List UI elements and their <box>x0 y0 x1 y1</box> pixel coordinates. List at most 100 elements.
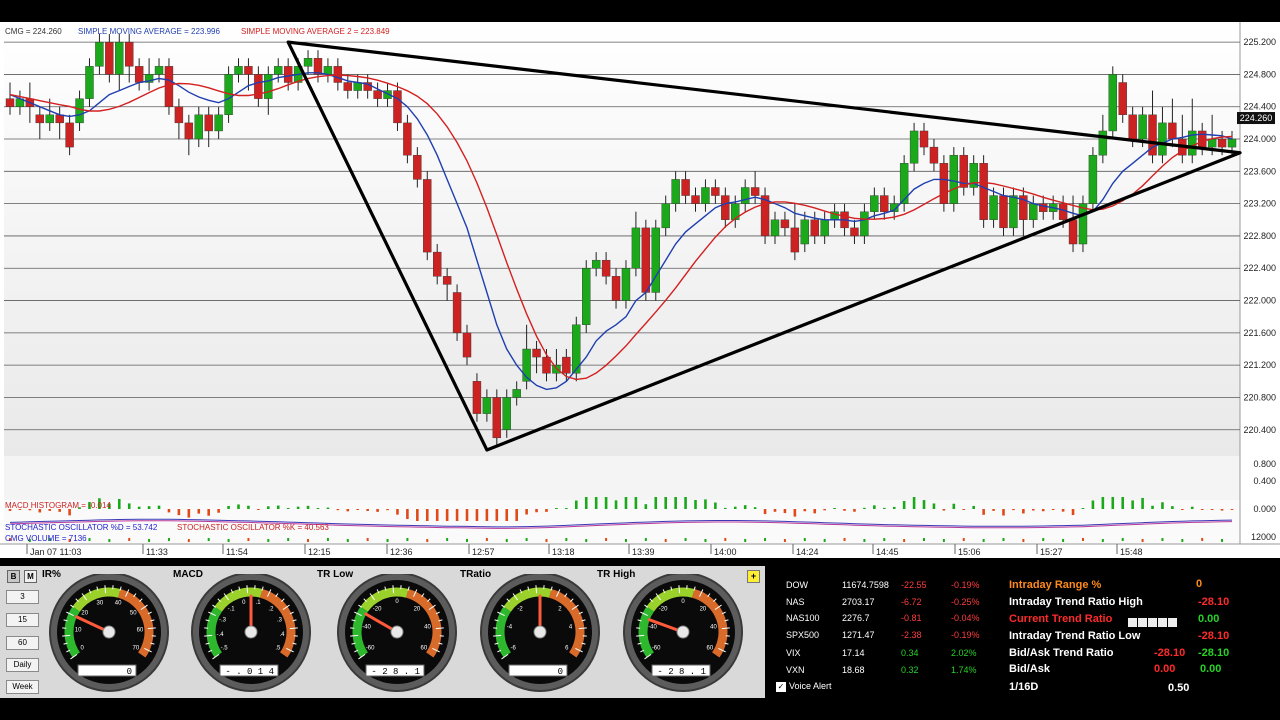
candle-body <box>264 74 273 99</box>
market-change: -22.55 <box>901 580 927 590</box>
macd-bar <box>465 509 469 521</box>
toggle-m-button[interactable]: M <box>24 570 37 583</box>
gauge-tick <box>246 585 249 594</box>
volume-bar <box>903 539 906 542</box>
macd-bar <box>555 508 558 509</box>
gauge-scale-label: -60 <box>652 646 661 652</box>
candle-body <box>1098 130 1108 156</box>
macd-bar <box>714 502 717 509</box>
macd-bar <box>207 509 210 516</box>
chart-canvas[interactable]: 225.200 224.800 224.400 224.000 223.600 223.2… <box>0 22 1280 558</box>
period-3-button[interactable]: 3 <box>6 590 39 604</box>
volume-bar <box>823 539 826 542</box>
candle-body <box>671 179 680 204</box>
market-summary: DOW 11674.7598 -22.55 -0.19% NAS 2703.17 -6.72… <box>770 566 1280 698</box>
trend-high-value: -28.10 <box>1198 596 1230 608</box>
x-tick-label: 11:54 <box>226 547 248 557</box>
market-last: 2276.7 <box>842 613 870 623</box>
volume-axis-label: 12000 <box>1251 532 1276 542</box>
volume-bar <box>982 539 985 542</box>
volume-bar <box>1161 538 1164 541</box>
price-chart[interactable]: 225.200 224.800 224.400 224.000 223.600 223.2… <box>0 22 1280 558</box>
y-tick-label: 220.400 <box>1243 425 1276 435</box>
gauge-scale-label: 60 <box>137 628 144 634</box>
volume-bar <box>1062 539 1065 542</box>
candle-body <box>651 227 660 293</box>
macd-bar <box>922 500 926 509</box>
gauge-tick <box>493 634 502 637</box>
macd-bar <box>565 508 568 509</box>
candle-body <box>472 381 482 414</box>
macd-bar <box>356 509 360 510</box>
macd-bar <box>197 509 201 514</box>
macd-bar <box>962 509 966 510</box>
voice-alert-toggle[interactable]: ✓ Voice Alert <box>776 681 832 692</box>
candle-body <box>929 146 939 164</box>
macd-bar <box>882 507 886 509</box>
y-tick-label: 0.800 <box>1253 459 1276 469</box>
macd-bar <box>167 509 171 513</box>
candle-body <box>283 66 293 83</box>
macd-bar <box>1200 509 1204 510</box>
volume-legend: CMG VOLUME = 7136 <box>5 534 87 543</box>
checkbox-icon[interactable]: ✓ <box>776 681 786 692</box>
macd-bar <box>1131 500 1134 509</box>
x-tick-label: 15:48 <box>1120 547 1143 557</box>
bidask-a: 0.00 <box>1154 663 1176 675</box>
period-60-button[interactable]: 60 <box>6 636 39 650</box>
macd-bar <box>634 497 638 509</box>
candle-body <box>413 154 422 180</box>
macd-bar <box>396 509 399 515</box>
period-15-button[interactable]: 15 <box>6 613 39 627</box>
stoch-d-legend: STOCHASTIC OSCILLATOR %D = 53.742 <box>5 523 158 532</box>
x-tick-label: 14:45 <box>876 547 899 557</box>
period-week-button[interactable]: Week <box>6 680 39 694</box>
x-tick-label: 15:06 <box>958 547 981 557</box>
y-tick-label: 220.800 <box>1243 392 1276 402</box>
current-trend-value: 0.00 <box>1198 613 1220 625</box>
macd-bar <box>1220 509 1224 511</box>
period-daily-button[interactable]: Daily <box>6 658 39 672</box>
intraday-range-value: 0 <box>1196 578 1203 590</box>
candle-body <box>234 66 243 75</box>
candle-body <box>989 195 998 220</box>
gauge-scale-label: 60 <box>707 646 714 652</box>
macd-bar <box>1190 506 1194 509</box>
bidask-label: Bid/Ask <box>1009 663 1050 675</box>
gauge-tick <box>147 627 156 630</box>
macd-bar <box>1171 506 1174 509</box>
candle-body <box>174 106 184 124</box>
macd-bar <box>147 506 151 509</box>
volume-bar <box>1121 538 1124 541</box>
macd-bar <box>455 509 459 521</box>
macd-bar <box>724 507 727 509</box>
macd-axis-label: 0.000 <box>1253 504 1276 514</box>
candle-body <box>611 276 621 301</box>
candle-body <box>502 397 511 430</box>
candle-body <box>115 41 124 75</box>
macd-bar <box>783 509 787 514</box>
volume-bar <box>148 539 151 542</box>
macd-bar <box>326 507 330 509</box>
volume-bar <box>863 539 866 542</box>
volume-bar <box>247 538 250 541</box>
macd-bar <box>227 505 230 509</box>
gauge-scale-label: .1 <box>256 600 262 606</box>
gauge-scale-label: 70 <box>133 646 140 652</box>
volume-bar <box>426 539 429 542</box>
candle-body <box>860 211 869 237</box>
toggle-b-button[interactable]: B <box>7 570 20 583</box>
add-button[interactable]: + <box>747 570 760 583</box>
macd-bar <box>674 497 677 509</box>
gauge-scale-label: .5 <box>275 646 281 652</box>
candle-body <box>343 82 352 91</box>
gauge-tick <box>204 634 213 637</box>
candle-body <box>452 292 462 334</box>
x-tick-label: 13:18 <box>552 547 575 557</box>
y-tick-label: 221.200 <box>1243 360 1276 370</box>
macd-bar <box>1071 509 1075 516</box>
intraday-range-label: Intraday Range % <box>1009 579 1102 591</box>
candle-body <box>5 98 15 107</box>
candle-body <box>780 219 790 229</box>
candle-body <box>790 227 800 253</box>
